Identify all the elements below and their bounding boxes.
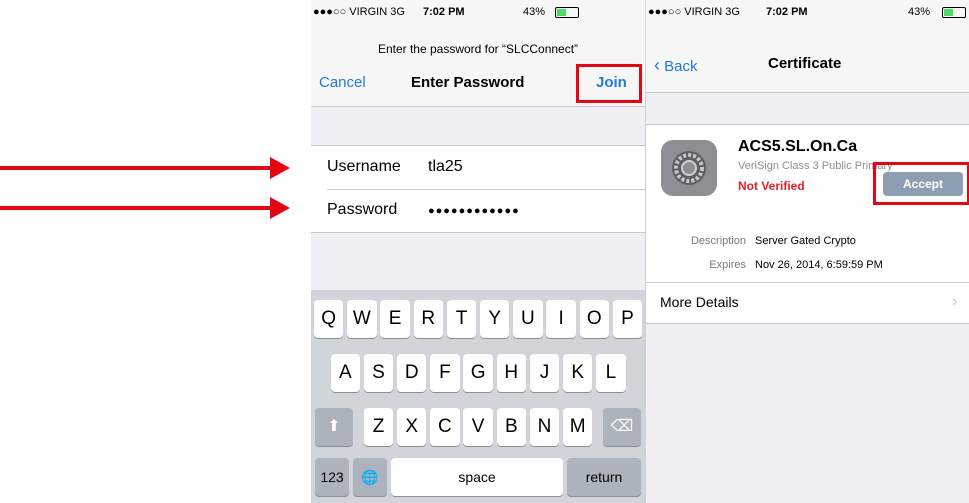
credentials-form: Username tla25 Password ●●●●●●●●●●●●	[311, 145, 645, 233]
key-r[interactable]: R	[413, 300, 443, 338]
battery-percent: 43%	[523, 6, 546, 18]
space-key[interactable]: space	[391, 458, 563, 496]
key-q[interactable]: Q	[314, 300, 344, 338]
description-label: Description	[690, 235, 746, 247]
key-w[interactable]: W	[347, 300, 377, 338]
cancel-button[interactable]: Cancel	[319, 74, 366, 91]
enter-password-screen: ●●●○○ VIRGIN 3G 7:02 PM 43% Enter the pa…	[311, 0, 645, 503]
key-u[interactable]: U	[513, 300, 543, 338]
key-g[interactable]: G	[463, 354, 493, 392]
chevron-left-icon: ‹	[654, 55, 660, 75]
carrier-label: ●●●○○ VIRGIN 3G	[648, 6, 740, 18]
battery-icon	[942, 7, 966, 18]
nav-header: ●●●○○ VIRGIN 3G 7:02 PM 43% ‹ Back Certi…	[646, 0, 969, 93]
back-button[interactable]: ‹ Back	[654, 55, 698, 76]
key-k[interactable]: K	[563, 354, 593, 392]
username-label: Username	[327, 158, 401, 175]
key-n[interactable]: N	[529, 408, 560, 446]
shift-key[interactable]: ⬆	[315, 408, 353, 446]
return-key[interactable]: return	[567, 458, 641, 496]
key-m[interactable]: M	[563, 408, 593, 446]
keyboard: QWERTYUIOP ASDFGHJKL ⬆ ⌫ ZXCVBNM 123 🌐 s…	[311, 290, 645, 503]
key-b[interactable]: B	[496, 408, 526, 446]
key-t[interactable]: T	[446, 300, 477, 338]
certificate-issuer: VeriSign Class 3 Public Primary	[738, 160, 893, 172]
key-f[interactable]: F	[430, 354, 460, 392]
accept-highlight-box	[873, 162, 969, 205]
chevron-right-icon: ›	[952, 293, 958, 310]
carrier-label: ●●●○○ VIRGIN 3G	[313, 6, 405, 18]
more-details-row[interactable]: More Details ›	[646, 283, 969, 324]
key-o[interactable]: O	[579, 300, 609, 338]
key-z[interactable]: Z	[363, 408, 394, 446]
globe-icon[interactable]: 🌐	[353, 458, 387, 496]
clock: 7:02 PM	[766, 6, 808, 18]
page-title: Certificate	[768, 55, 842, 72]
key-a[interactable]: A	[330, 354, 360, 392]
key-c[interactable]: C	[430, 408, 460, 446]
key-d[interactable]: D	[397, 354, 427, 392]
clock: 7:02 PM	[423, 6, 465, 18]
certificate-details: Description Server Gated Crypto Expires …	[646, 224, 969, 283]
settings-gear-icon	[661, 140, 717, 196]
certificate-name: ACS5.SL.On.Ca	[738, 138, 858, 155]
password-row[interactable]: Password ●●●●●●●●●●●●	[311, 189, 645, 232]
password-label: Password	[327, 201, 398, 218]
password-field[interactable]: ●●●●●●●●●●●●	[428, 205, 520, 217]
key-h[interactable]: H	[496, 354, 526, 392]
expires-value: Nov 26, 2014, 6:59:59 PM	[755, 259, 883, 271]
description-value: Server Gated Crypto	[755, 235, 856, 247]
battery-percent: 43%	[908, 6, 931, 18]
key-x[interactable]: X	[397, 408, 427, 446]
key-s[interactable]: S	[363, 354, 394, 392]
key-y[interactable]: Y	[480, 300, 510, 338]
key-i[interactable]: I	[546, 300, 576, 338]
join-highlight-box	[576, 64, 642, 103]
key-l[interactable]: L	[596, 354, 626, 392]
password-prompt: Enter the password for “SLCConnect”	[377, 42, 579, 56]
page-title: Enter Password	[411, 74, 525, 91]
username-field[interactable]: tla25	[428, 158, 463, 176]
verification-status: Not Verified	[738, 179, 805, 193]
battery-icon	[555, 7, 579, 18]
key-j[interactable]: J	[529, 354, 560, 392]
certificate-screen: ●●●○○ VIRGIN 3G 7:02 PM 43% ‹ Back Certi…	[645, 0, 969, 503]
key-p[interactable]: P	[612, 300, 643, 338]
key-v[interactable]: V	[463, 408, 493, 446]
username-row[interactable]: Username tla25	[311, 146, 645, 189]
delete-key[interactable]: ⌫	[603, 408, 641, 446]
numbers-key[interactable]: 123	[315, 458, 349, 496]
key-e[interactable]: E	[380, 300, 410, 338]
back-label: Back	[664, 58, 698, 75]
more-details-label: More Details	[660, 294, 739, 310]
expires-label: Expires	[709, 259, 746, 271]
